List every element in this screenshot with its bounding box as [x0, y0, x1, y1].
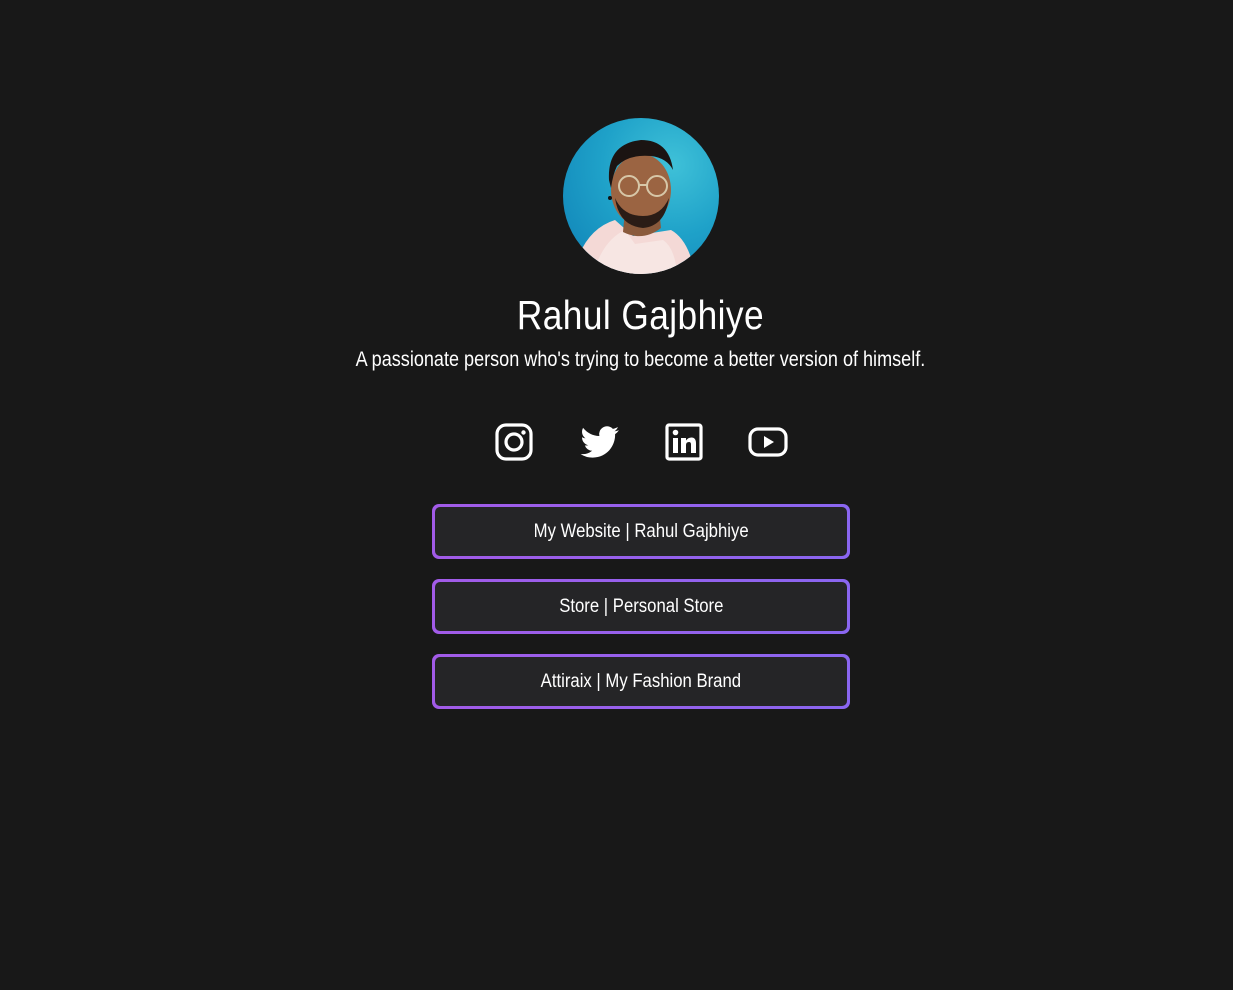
attiraix-link-button[interactable]: Attiraix | My Fashion Brand — [432, 654, 850, 709]
link-label: Store | Personal Store — [558, 595, 724, 617]
store-link-button[interactable]: Store | Personal Store — [432, 579, 850, 634]
profile-name: Rahul Gajbhiye — [516, 292, 764, 338]
social-links — [0, 421, 1233, 463]
link-label: Attiraix | My Fashion Brand — [540, 670, 742, 692]
avatar — [563, 118, 719, 274]
instagram-icon — [495, 423, 533, 461]
link-button-body: Attiraix | My Fashion Brand — [435, 657, 847, 706]
twitter-link[interactable] — [578, 421, 620, 463]
link-button-body: Store | Personal Store — [435, 582, 847, 631]
my-website-link-button[interactable]: My Website | Rahul Gajbhiye — [432, 504, 850, 559]
twitter-icon — [580, 426, 619, 458]
linkedin-link[interactable] — [663, 421, 705, 463]
instagram-link[interactable] — [493, 421, 535, 463]
link-list: My Website | Rahul Gajbhiye Store | Pers… — [432, 504, 850, 729]
linkedin-icon — [665, 423, 703, 461]
profile-bio: A passionate person who's trying to beco… — [355, 348, 926, 371]
profile-page: Rahul Gajbhiye A passionate person who's… — [0, 0, 1233, 990]
youtube-link[interactable] — [747, 421, 789, 463]
avatar-photo — [573, 140, 695, 274]
link-button-body: My Website | Rahul Gajbhiye — [435, 507, 847, 556]
youtube-icon — [748, 427, 788, 457]
link-label: My Website | Rahul Gajbhiye — [533, 520, 749, 542]
